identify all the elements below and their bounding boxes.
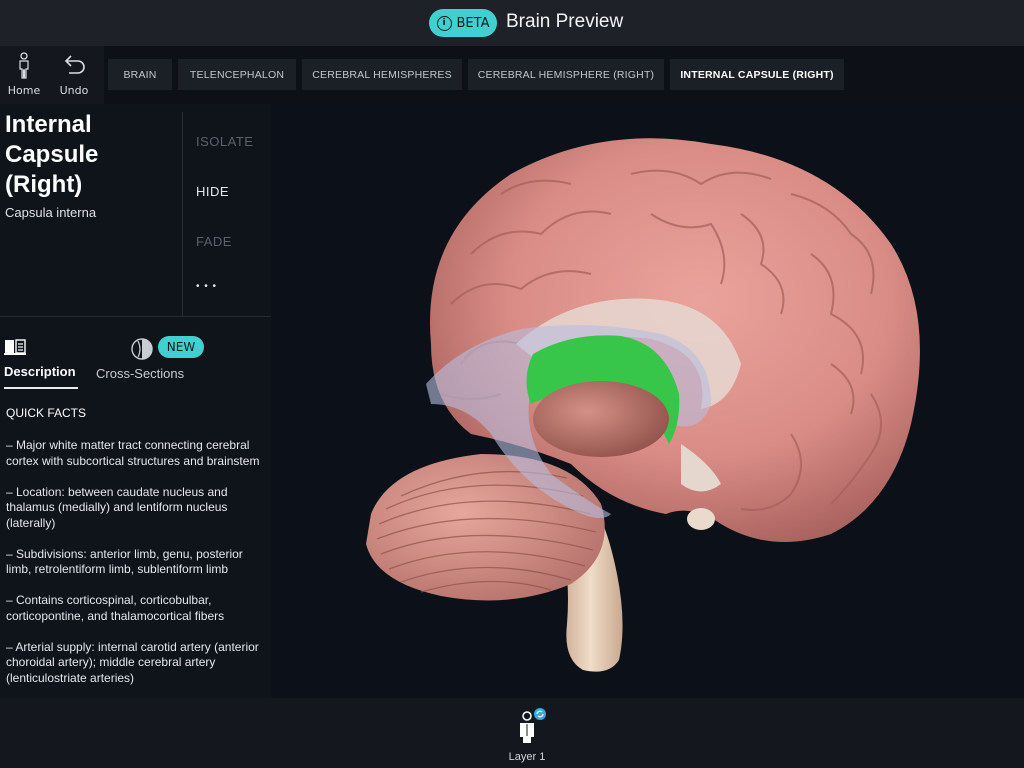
book-icon xyxy=(4,339,26,355)
structure-title-line: Internal xyxy=(5,111,92,138)
fact-item: – Arterial supply: internal carotid arte… xyxy=(6,639,259,685)
divider xyxy=(182,112,183,316)
fact-item: – Major white matter tract connecting ce… xyxy=(6,438,260,468)
undo-label: Undo xyxy=(59,84,89,97)
body-layer-icon xyxy=(520,708,546,743)
layer-button[interactable]: Layer 1 xyxy=(497,708,557,763)
beta-badge[interactable]: i BETA xyxy=(429,9,497,37)
divider xyxy=(0,316,271,317)
active-tab-underline xyxy=(4,387,78,389)
latin-name: Capsula interna xyxy=(5,205,97,220)
brain-model[interactable] xyxy=(271,104,1024,698)
undo-button[interactable]: Undo xyxy=(50,52,98,97)
new-badge: NEW xyxy=(158,336,204,358)
pituitary[interactable] xyxy=(687,508,715,530)
cerebellum[interactable] xyxy=(366,454,605,601)
info-panel: Internal Capsule (Right) Capsula interna… xyxy=(0,104,271,698)
top-bar: i BETA Brain Preview xyxy=(0,0,1024,47)
breadcrumb-brain[interactable]: BRAIN xyxy=(108,59,172,90)
cross-section-icon xyxy=(131,338,153,360)
thalamus[interactable] xyxy=(533,381,669,457)
info-icon: i xyxy=(436,15,452,31)
undo-arrow-icon xyxy=(64,55,85,74)
fact-item: – Subdivisions: anterior limb, genu, pos… xyxy=(6,546,243,577)
tab-description-label: Description xyxy=(4,364,76,379)
breadcrumb-cerebral-hemisphere-right[interactable]: CEREBRAL HEMISPHERE (RIGHT) xyxy=(468,59,664,90)
fact-item: – Contains corticospinal, corticobulbar,… xyxy=(6,593,225,623)
quick-facts: QUICK FACTS – Major white matter tract c… xyxy=(6,406,264,696)
breadcrumb-internal-capsule-right[interactable]: INTERNAL CAPSULE (RIGHT) xyxy=(670,59,844,90)
structure-title: Internal Capsule (Right) xyxy=(5,110,180,200)
more-options-button[interactable]: • • • xyxy=(196,281,217,292)
fade-button[interactable]: FADE xyxy=(196,234,232,249)
layer-label: Layer 1 xyxy=(508,751,546,763)
breadcrumb-telencephalon[interactable]: TELENCEPHALON xyxy=(178,59,296,90)
human-figure-icon xyxy=(19,52,29,79)
tab-cross-sections-label: Cross-Sections xyxy=(96,366,185,381)
home-button[interactable]: Home xyxy=(0,52,48,97)
structure-title-line: (Right) xyxy=(5,171,83,198)
fact-item: – Location: between caudate nucleus and … xyxy=(6,484,228,530)
beta-label: BETA xyxy=(456,15,490,31)
3d-viewport[interactable] xyxy=(271,104,1024,698)
structure-title-line: Capsule xyxy=(5,141,99,168)
app-title: Brain Preview xyxy=(506,11,624,32)
quick-facts-heading: QUICK FACTS xyxy=(6,406,87,420)
bottom-bar: Layer 1 xyxy=(0,698,1024,768)
home-label: Home xyxy=(7,84,41,97)
breadcrumb: BRAIN TELENCEPHALON CEREBRAL HEMISPHERES… xyxy=(104,46,1024,104)
hide-button[interactable]: HIDE xyxy=(196,184,229,199)
isolate-button[interactable]: ISOLATE xyxy=(196,134,253,149)
sync-icon xyxy=(534,708,546,720)
tab-description[interactable]: Description xyxy=(4,338,80,389)
tool-bar: Home Undo xyxy=(0,46,104,104)
breadcrumb-cerebral-hemispheres[interactable]: CEREBRAL HEMISPHERES xyxy=(302,59,462,90)
